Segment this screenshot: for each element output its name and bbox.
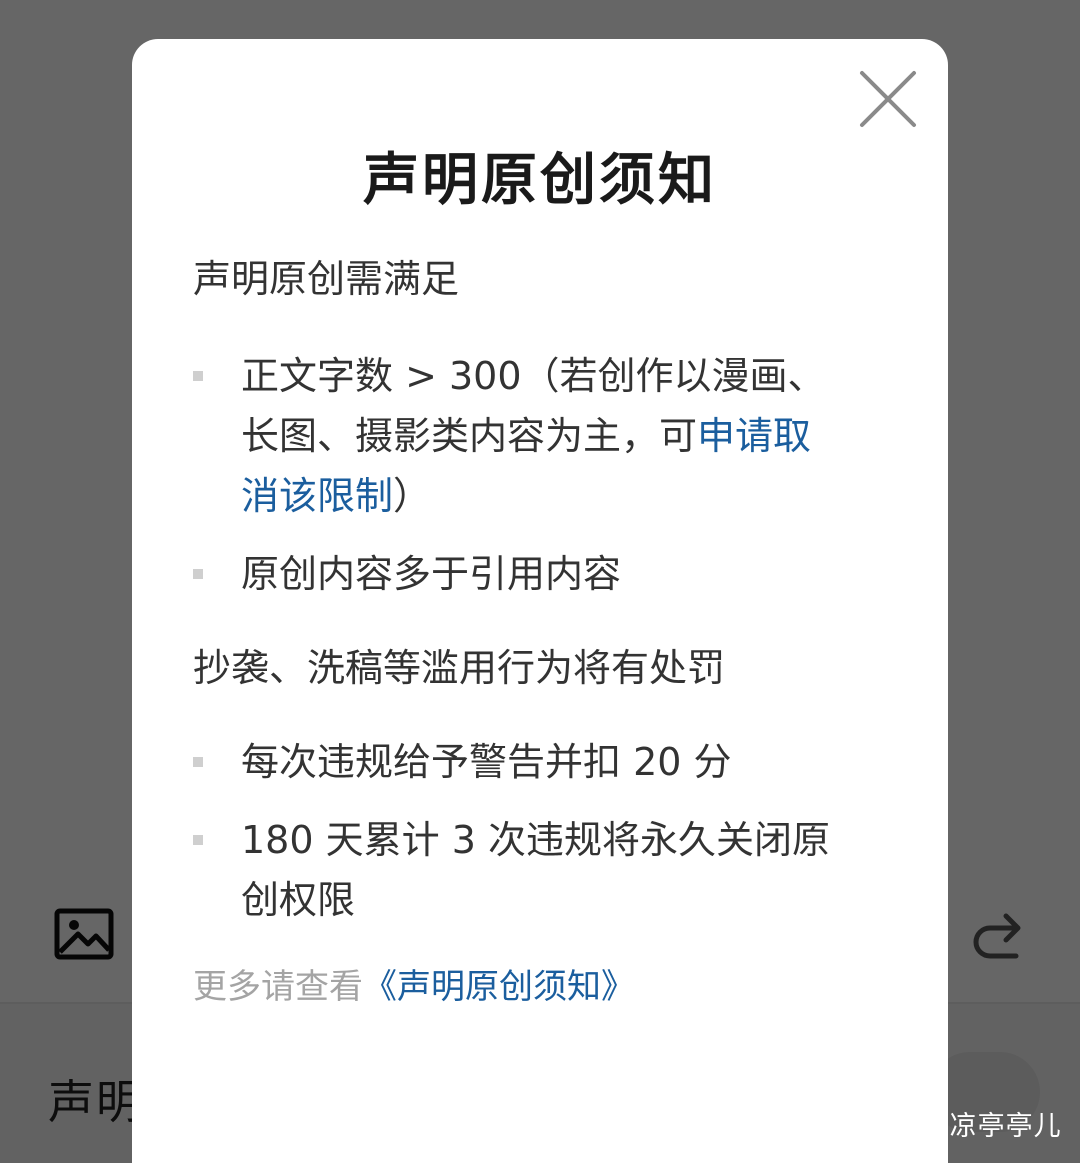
footer-prefix: 更多请查看 [193, 967, 363, 1007]
apply-remove-limit-link[interactable]: 申请取 [697, 414, 811, 458]
apply-remove-limit-link-cont[interactable]: 消该限制 [241, 474, 393, 518]
list-item: 每次违规给予警告并扣 20 分 [193, 732, 893, 792]
dialog-footer: 更多请查看《声明原创须知》 [193, 961, 635, 1013]
close-icon [860, 71, 916, 127]
close-button[interactable] [856, 67, 920, 131]
original-notice-link[interactable]: 《声明原创须知》 [363, 967, 635, 1007]
penalties-list: 每次违规给予警告并扣 20 分 180 天累计 3 次违规将永久关闭原 创权限 [193, 732, 893, 930]
original-notice-dialog: 声明原创须知 声明原创需满足 正文字数 > 300（若创作以漫画、 长图、摄影类… [132, 39, 948, 1163]
list-item: 正文字数 > 300（若创作以漫画、 长图、摄影类内容为主，可申请取 消该限制） [193, 346, 893, 526]
list-item: 原创内容多于引用内容 [193, 544, 893, 604]
dialog-content: 声明原创需满足 正文字数 > 300（若创作以漫画、 长图、摄影类内容为主，可申… [193, 241, 893, 930]
penalty-text: 180 天累计 3 次违规将永久关闭原 [241, 818, 830, 862]
section-heading-penalties: 抄袭、洗稿等滥用行为将有处罚 [193, 646, 726, 690]
list-item: 180 天累计 3 次违规将永久关闭原 创权限 [193, 810, 893, 930]
dialog-title: 声明原创须知 [363, 148, 717, 213]
closing-paren: ） [393, 474, 432, 518]
bullet-icon [193, 569, 203, 579]
requirement-text: 原创内容多于引用内容 [241, 552, 622, 596]
bullet-icon [193, 835, 203, 845]
watermark: 头条 @凉亭亭儿 [856, 1111, 1062, 1142]
bullet-icon [193, 371, 203, 381]
requirement-text: 正文字数 > 300（若创作以漫画、 [241, 354, 826, 398]
penalty-text: 每次违规给予警告并扣 20 分 [241, 740, 732, 784]
bullet-icon [193, 757, 203, 767]
requirement-text-cont: 长图、摄影类内容为主，可 [241, 414, 698, 458]
requirements-list: 正文字数 > 300（若创作以漫画、 长图、摄影类内容为主，可申请取 消该限制）… [193, 346, 893, 604]
section-heading-requirements: 声明原创需满足 [193, 257, 460, 301]
penalty-text-cont: 创权限 [241, 878, 356, 922]
